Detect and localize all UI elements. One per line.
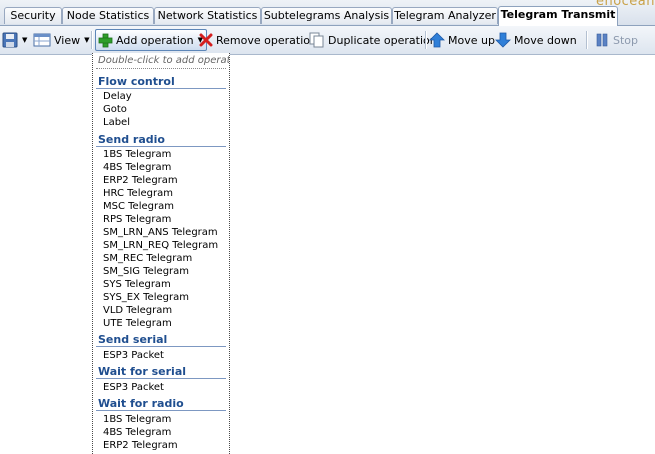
view-label: View xyxy=(54,33,81,47)
tab-node-statistics[interactable]: Node Statistics xyxy=(62,7,154,24)
tab-network-statistics[interactable]: Network Statistics xyxy=(154,7,261,24)
operation-item[interactable]: 1BS Telegram xyxy=(103,148,171,161)
duplicate-operation-label: Duplicate operation xyxy=(328,33,437,47)
section-heading-wait-for-serial: Wait for serial xyxy=(98,365,187,378)
save-menu-button[interactable]: ▼ xyxy=(2,29,27,51)
operation-item[interactable]: HRC Telegram xyxy=(103,187,173,200)
operation-item[interactable]: 1BS Telegram xyxy=(103,413,171,426)
stop-button[interactable]: Stop xyxy=(594,29,638,51)
operation-item[interactable]: 4BS Telegram xyxy=(103,426,171,439)
view-button[interactable]: View ▼ xyxy=(33,29,90,51)
duplicate-icon xyxy=(309,32,324,48)
operation-item[interactable]: SYS Telegram xyxy=(103,278,171,291)
stop-label: Stop xyxy=(613,33,639,47)
operation-item[interactable]: ERP2 Telegram xyxy=(103,439,178,452)
dropdown-hint: Double-click to add operation. xyxy=(98,55,229,66)
toolbar-separator xyxy=(586,31,587,49)
move-down-label: Move down xyxy=(514,33,577,47)
section-rule xyxy=(96,146,226,147)
chevron-down-icon: ▼ xyxy=(22,36,28,44)
remove-operation-button[interactable]: Remove operation xyxy=(199,29,317,51)
toolbar-separator xyxy=(425,31,426,49)
operation-item[interactable]: ESP3 Packet xyxy=(103,381,164,394)
arrow-down-icon xyxy=(495,32,511,48)
operation-item[interactable]: MSC Telegram xyxy=(103,200,174,213)
move-down-button[interactable]: Move down xyxy=(495,29,577,51)
duplicate-operation-button[interactable]: Duplicate operation xyxy=(309,29,437,51)
toolbar-separator xyxy=(91,31,92,49)
tab-security[interactable]: Security xyxy=(4,7,62,24)
tab-subtelegrams-analysis[interactable]: Subtelegrams Analysis xyxy=(261,7,392,24)
tab-telegram-transmit[interactable]: Telegram Transmit xyxy=(498,6,618,26)
move-up-label: Move up xyxy=(448,33,495,47)
move-up-button[interactable]: Move up xyxy=(429,29,495,51)
operation-item[interactable]: Label xyxy=(103,116,130,129)
stop-icon xyxy=(596,33,608,47)
tab-strip: Security Node Statistics Network Statist… xyxy=(0,0,655,26)
section-heading-send-serial: Send serial xyxy=(98,333,168,346)
operation-item[interactable]: SM_SIG Telegram xyxy=(103,265,189,278)
remove-operation-label: Remove operation xyxy=(216,33,317,47)
view-icon xyxy=(33,33,51,47)
divider xyxy=(96,68,226,69)
operation-item[interactable]: VLD Telegram xyxy=(103,304,172,317)
operation-item[interactable]: SM_LRN_REQ Telegram xyxy=(103,239,218,252)
add-operation-label: Add operation xyxy=(116,33,194,47)
section-rule xyxy=(96,346,226,347)
operation-item[interactable]: SM_LRN_ANS Telegram xyxy=(103,226,218,239)
chevron-down-icon: ▼ xyxy=(84,36,90,44)
operation-item[interactable]: 4BS Telegram xyxy=(103,161,171,174)
add-operation-dropdown: Double-click to add operation. Flow cont… xyxy=(92,53,230,454)
save-icon xyxy=(2,32,18,48)
operation-item[interactable]: SM_REC Telegram xyxy=(103,252,192,265)
arrow-up-icon xyxy=(429,32,445,48)
toolbar: ▼ View ▼ Add operation ▼ Remove operatio… xyxy=(0,26,655,55)
section-heading-wait-for-radio: Wait for radio xyxy=(98,397,184,410)
section-rule xyxy=(96,410,226,411)
operation-item[interactable]: ESP3 Packet xyxy=(103,349,164,362)
operation-item[interactable]: RPS Telegram xyxy=(103,213,171,226)
section-rule xyxy=(96,378,226,379)
operation-item[interactable]: Delay xyxy=(103,90,132,103)
section-heading-send-radio: Send radio xyxy=(98,133,165,146)
tab-telegram-analyzer[interactable]: Telegram Analyzer xyxy=(392,7,498,24)
add-icon xyxy=(98,33,113,47)
operation-item[interactable]: Goto xyxy=(103,103,127,116)
add-operation-button[interactable]: Add operation ▼ xyxy=(95,29,207,51)
operation-item[interactable]: UTE Telegram xyxy=(103,317,172,330)
section-heading-flow-control: Flow control xyxy=(98,75,175,88)
remove-icon xyxy=(199,33,213,47)
operation-item[interactable]: ERP2 Telegram xyxy=(103,174,178,187)
operation-item[interactable]: SYS_EX Telegram xyxy=(103,291,189,304)
section-rule xyxy=(96,88,226,89)
